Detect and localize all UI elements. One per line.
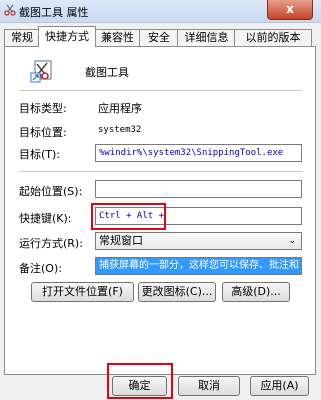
target-type-value: 应用程序: [98, 102, 142, 115]
tab-compatibility[interactable]: 兼容性: [94, 29, 141, 46]
comment-label: 备注(O):: [19, 262, 62, 275]
snipping-tool-icon: [30, 60, 52, 83]
hotkey-label: 快捷键(K):: [19, 212, 72, 225]
ok-highlight-box: [107, 363, 173, 399]
apply-button[interactable]: 应用(A): [250, 376, 309, 396]
run-mode-value: 常规窗口: [99, 234, 143, 247]
tab-details[interactable]: 详细信息: [177, 29, 236, 46]
start-in-field[interactable]: [95, 180, 302, 198]
tab-previous-versions[interactable]: 以前的版本: [234, 29, 312, 46]
cancel-button[interactable]: 取消: [178, 376, 240, 396]
advanced-button[interactable]: 高级(D)...: [222, 282, 290, 302]
open-file-location-button[interactable]: 打开文件位置(F): [31, 282, 134, 302]
tab-shortcut[interactable]: 快捷方式: [38, 26, 96, 47]
scissors-icon: [4, 4, 16, 16]
target-label: 目标(T):: [19, 148, 61, 161]
target-location-value: system32: [98, 125, 142, 135]
run-mode-select[interactable]: 常规窗口 ⌄: [95, 232, 302, 250]
run-label: 运行方式(R):: [19, 237, 83, 250]
close-button[interactable]: x: [267, 0, 313, 20]
target-location-label: 目标位置:: [19, 126, 67, 139]
tab-general[interactable]: 常规: [4, 29, 40, 46]
tab-security[interactable]: 安全: [139, 29, 179, 46]
start-in-label: 起始位置(S):: [19, 185, 83, 198]
shortcut-name: 截图工具: [85, 66, 129, 79]
target-field[interactable]: %windir%\system32\SnippingTool.exe: [95, 144, 302, 162]
hotkey-highlight-box: [91, 203, 166, 230]
target-type-label: 目标类型:: [19, 102, 67, 115]
shortcut-panel: 截图工具 目标类型: 应用程序 目标位置: system32 目标(T): %w…: [4, 46, 316, 375]
chevron-down-icon: ⌄: [288, 236, 296, 246]
window-title: 截图工具 属性: [19, 6, 89, 19]
divider: [19, 171, 302, 172]
comment-field[interactable]: 捕获屏幕的一部分，这样您可以保存、批注和: [95, 257, 302, 275]
change-icon-button[interactable]: 更改图标(C)...: [138, 282, 216, 302]
title-bar: 截图工具 属性 x: [0, 0, 321, 23]
divider: [19, 90, 302, 91]
